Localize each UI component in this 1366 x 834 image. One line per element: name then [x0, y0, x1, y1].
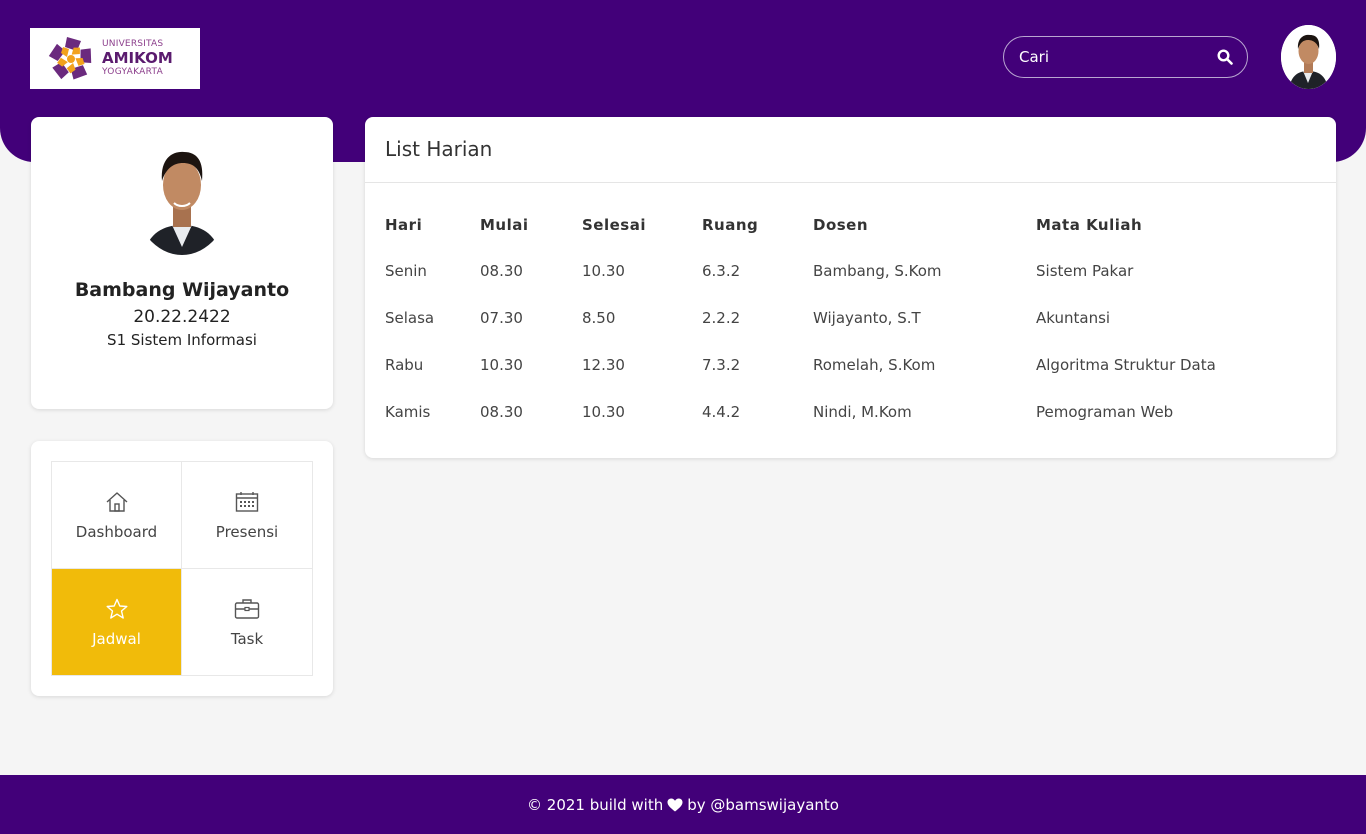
menu-item-presensi[interactable]: Presensi [182, 462, 313, 569]
search-icon[interactable] [1217, 49, 1233, 65]
logo-text: UNIVERSITAS AMIKOM YOGYAKARTA [102, 40, 173, 77]
footer-prefix: © 2021 build with [527, 795, 664, 814]
profile-study-program: S1 Sistem Informasi [107, 331, 257, 349]
cell-mata-kuliah: Sistem Pakar [1036, 261, 1134, 280]
cell-mulai: 10.30 [480, 355, 523, 374]
schedule-card: List Harian Hari Mulai Selesai Ruang Dos… [365, 117, 1336, 458]
column-header-mata-kuliah: Mata Kuliah [1036, 216, 1143, 234]
schedule-title: List Harian [365, 117, 1336, 183]
profile-nim: 20.22.2422 [133, 307, 231, 327]
menu-card: Dashboard Presensi Jadwal Task [31, 441, 333, 696]
cell-mata-kuliah: Pemograman Web [1036, 402, 1174, 421]
column-header-dosen: Dosen [813, 216, 869, 234]
column-header-mulai: Mulai [480, 216, 529, 234]
cell-mata-kuliah: Algoritma Struktur Data [1036, 355, 1216, 374]
menu-item-label: Dashboard [75, 523, 158, 541]
table-row: Kamis 08.30 10.30 4.4.2 Nindi, M.Kom Pem… [385, 391, 1296, 438]
profile-photo-icon [134, 137, 230, 255]
menu-item-label: Jadwal [92, 630, 141, 648]
logo-line-3: YOGYAKARTA [102, 67, 164, 77]
cell-dosen: Bambang, S.Kom [813, 261, 942, 280]
cell-selesai: 8.50 [582, 308, 616, 327]
cell-mata-kuliah: Akuntansi [1036, 308, 1111, 327]
logo-line-2: AMIKOM [102, 49, 173, 67]
menu-item-task[interactable]: Task [182, 569, 313, 676]
user-avatar[interactable] [1281, 25, 1336, 89]
cell-selesai: 10.30 [582, 402, 625, 421]
profile-card: Bambang Wijayanto 20.22.2422 S1 Sistem I… [31, 117, 333, 409]
avatar-photo-icon [1281, 25, 1336, 89]
footer-suffix[interactable]: by @bamswijayanto [687, 796, 839, 814]
heart-icon [667, 798, 683, 811]
cell-selesai: 10.30 [582, 261, 625, 280]
search-input[interactable] [1019, 48, 1199, 66]
menu-item-jadwal[interactable]: Jadwal [52, 569, 182, 676]
menu-item-dashboard[interactable]: Dashboard [52, 462, 182, 569]
briefcase-icon [234, 596, 260, 622]
calendar-icon [235, 489, 259, 515]
column-header-hari: Hari [385, 216, 423, 234]
table-row: Selasa 07.30 8.50 2.2.2 Wijayanto, S.T A… [385, 297, 1296, 344]
column-header-selesai: Selesai [582, 216, 646, 234]
cell-dosen: Nindi, M.Kom [813, 402, 912, 421]
cell-dosen: Romelah, S.Kom [813, 355, 936, 374]
cell-hari: Kamis [385, 402, 431, 421]
cell-ruang: 7.3.2 [702, 355, 741, 374]
table-row: Senin 08.30 10.30 6.3.2 Bambang, S.Kom S… [385, 250, 1296, 297]
footer: © 2021 build with by @bamswijayanto [0, 775, 1366, 834]
search-box [1003, 36, 1248, 78]
star-icon [105, 596, 129, 622]
menu-item-label: Presensi [215, 523, 279, 541]
cell-ruang: 2.2.2 [702, 308, 741, 327]
column-header-ruang: Ruang [702, 216, 759, 234]
cell-selesai: 12.30 [582, 355, 625, 374]
cell-dosen: Wijayanto, S.T [813, 308, 921, 327]
cell-ruang: 6.3.2 [702, 261, 741, 280]
profile-photo [134, 137, 230, 255]
cell-hari: Senin [385, 261, 427, 280]
cell-mulai: 08.30 [480, 261, 523, 280]
cell-ruang: 4.4.2 [702, 402, 741, 421]
cell-hari: Selasa [385, 308, 435, 327]
menu-grid: Dashboard Presensi Jadwal Task [51, 461, 313, 676]
logo-line-1: UNIVERSITAS [102, 39, 164, 49]
cell-mulai: 07.30 [480, 308, 523, 327]
table-row: Rabu 10.30 12.30 7.3.2 Romelah, S.Kom Al… [385, 344, 1296, 391]
home-icon [105, 489, 129, 515]
cell-hari: Rabu [385, 355, 424, 374]
cell-mulai: 08.30 [480, 402, 523, 421]
menu-item-label: Task [230, 630, 264, 648]
profile-name: Bambang Wijayanto [74, 279, 290, 301]
university-logo[interactable]: UNIVERSITAS AMIKOM YOGYAKARTA [30, 28, 200, 89]
amikom-logo-icon [48, 36, 92, 79]
schedule-table: Hari Mulai Selesai Ruang Dosen Mata Kuli… [385, 203, 1296, 438]
table-header-row: Hari Mulai Selesai Ruang Dosen Mata Kuli… [385, 203, 1296, 250]
